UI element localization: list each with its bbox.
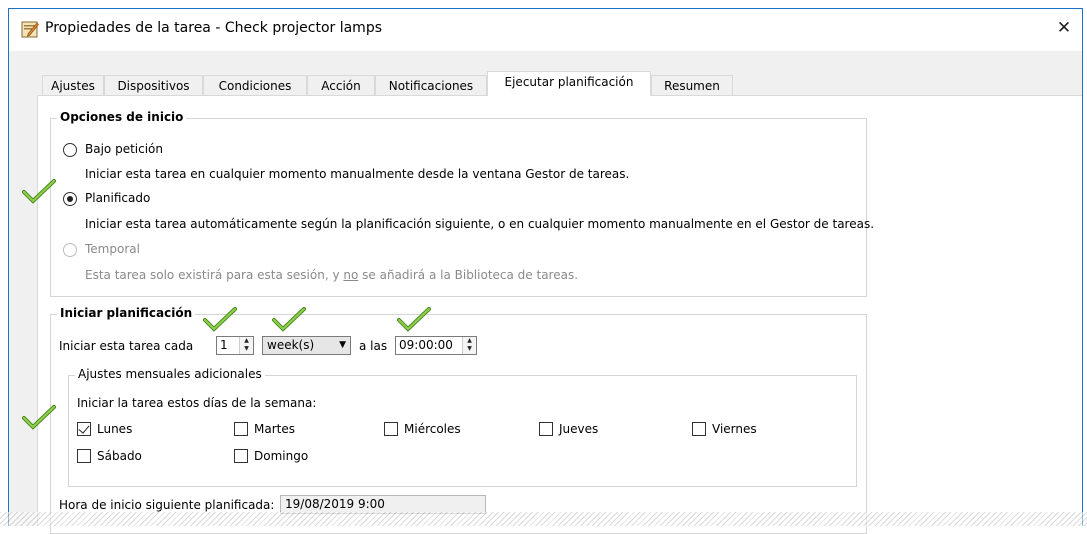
annotation-check-icon bbox=[272, 307, 306, 332]
dialog-client-area: Ajustes Dispositivos Condiciones Acción … bbox=[9, 51, 1082, 534]
day-domingo-label[interactable]: Domingo bbox=[254, 449, 308, 463]
interval-spin-buttons[interactable]: ▲ ▼ bbox=[239, 337, 253, 354]
day-jueves-checkbox[interactable] bbox=[539, 422, 553, 436]
on-demand-description: Iniciar esta tarea en cualquier momento … bbox=[85, 167, 630, 181]
time-spinner[interactable]: 09:00:00 ▲ ▼ bbox=[395, 336, 477, 355]
day-lunes-label[interactable]: Lunes bbox=[97, 422, 132, 436]
unit-value: week(s) bbox=[267, 338, 315, 352]
scheduled-radio[interactable] bbox=[63, 192, 77, 206]
close-button[interactable]: ✕ bbox=[1050, 17, 1078, 41]
tab-dispositivos[interactable]: Dispositivos bbox=[104, 75, 203, 96]
scheduled-description: Iniciar esta tarea automáticamente según… bbox=[85, 217, 875, 231]
time-value: 09:00:00 bbox=[399, 338, 453, 352]
temporal-radio[interactable] bbox=[63, 243, 77, 257]
window-title: Propiedades de la tarea - Check projecto… bbox=[45, 20, 383, 36]
annotation-check-icon bbox=[22, 179, 56, 204]
time-spin-buttons[interactable]: ▲ ▼ bbox=[462, 337, 476, 354]
schedule-group: Iniciar planificación Iniciar esta tarea… bbox=[50, 306, 867, 534]
day-martes-checkbox[interactable] bbox=[234, 422, 248, 436]
interval-value: 1 bbox=[220, 338, 228, 352]
day-sabado-checkbox[interactable] bbox=[77, 449, 91, 463]
interval-spinner[interactable]: 1 ▲ ▼ bbox=[216, 336, 254, 355]
interval-label: Iniciar esta tarea cada bbox=[59, 339, 194, 353]
tab-accion[interactable]: Acción bbox=[307, 75, 375, 96]
schedule-legend: Iniciar planificación bbox=[57, 306, 196, 320]
tab-condiciones[interactable]: Condiciones bbox=[203, 75, 307, 96]
annotation-check-icon bbox=[22, 405, 56, 430]
day-martes-label[interactable]: Martes bbox=[254, 422, 295, 436]
unit-dropdown[interactable]: week(s) ▼ bbox=[262, 336, 351, 355]
day-lunes-checkbox[interactable] bbox=[77, 422, 91, 436]
next-run-label: Hora de inicio siguiente planificada: bbox=[59, 498, 275, 512]
next-run-value: 19/08/2019 9:00 bbox=[285, 497, 385, 511]
close-icon: ✕ bbox=[1056, 18, 1072, 38]
annotation-check-icon bbox=[203, 307, 237, 332]
day-domingo-checkbox[interactable] bbox=[234, 449, 248, 463]
day-miercoles-checkbox[interactable] bbox=[384, 422, 398, 436]
monthly-settings-group: Ajustes mensuales adicionales Iniciar la… bbox=[68, 367, 857, 487]
tab-page-ejecutar-planificacion: Opciones de inicio Bajo petición Iniciar… bbox=[37, 95, 1082, 534]
day-viernes-checkbox[interactable] bbox=[692, 422, 706, 436]
day-sabado-label[interactable]: Sábado bbox=[97, 449, 142, 463]
temporal-label[interactable]: Temporal bbox=[85, 242, 140, 256]
scheduled-label[interactable]: Planificado bbox=[85, 191, 150, 205]
tab-ejecutar-planificacion[interactable]: Ejecutar planificación bbox=[487, 71, 651, 96]
temporal-description: Esta tarea solo existirá para esta sesió… bbox=[85, 268, 578, 282]
day-miercoles-label[interactable]: Miércoles bbox=[404, 422, 461, 436]
start-options-group: Opciones de inicio Bajo petición Iniciar… bbox=[50, 110, 874, 297]
spin-up-icon[interactable]: ▲ bbox=[463, 337, 476, 345]
dropdown-arrow-icon: ▼ bbox=[339, 340, 346, 350]
tab-resumen[interactable]: Resumen bbox=[651, 75, 733, 96]
day-viernes-label[interactable]: Viernes bbox=[712, 422, 757, 436]
weekdays-label: Iniciar la tarea estos días de la semana… bbox=[77, 396, 317, 410]
spin-down-icon[interactable]: ▼ bbox=[240, 345, 253, 353]
tab-ajustes[interactable]: Ajustes bbox=[42, 75, 104, 96]
on-demand-label[interactable]: Bajo petición bbox=[85, 142, 163, 156]
temporal-description-emphasis: no bbox=[343, 268, 359, 282]
spin-down-icon[interactable]: ▼ bbox=[463, 345, 476, 353]
time-label: a las bbox=[359, 339, 388, 353]
spin-up-icon[interactable]: ▲ bbox=[240, 337, 253, 345]
day-jueves-label[interactable]: Jueves bbox=[559, 422, 598, 436]
tab-notificaciones[interactable]: Notificaciones bbox=[375, 75, 487, 96]
monthly-settings-legend: Ajustes mensuales adicionales bbox=[75, 367, 265, 381]
start-options-legend: Opciones de inicio bbox=[57, 110, 187, 124]
annotation-check-icon bbox=[397, 307, 431, 332]
temporal-description-end: se añadirá a la Biblioteca de tareas. bbox=[358, 268, 579, 282]
on-demand-radio[interactable] bbox=[63, 143, 77, 157]
task-properties-icon bbox=[21, 21, 39, 38]
temporal-description-start: Esta tarea solo existirá para esta sesió… bbox=[85, 268, 344, 282]
title-bar: Propiedades de la tarea - Check projecto… bbox=[9, 9, 1082, 51]
torn-edge bbox=[0, 512, 1087, 526]
